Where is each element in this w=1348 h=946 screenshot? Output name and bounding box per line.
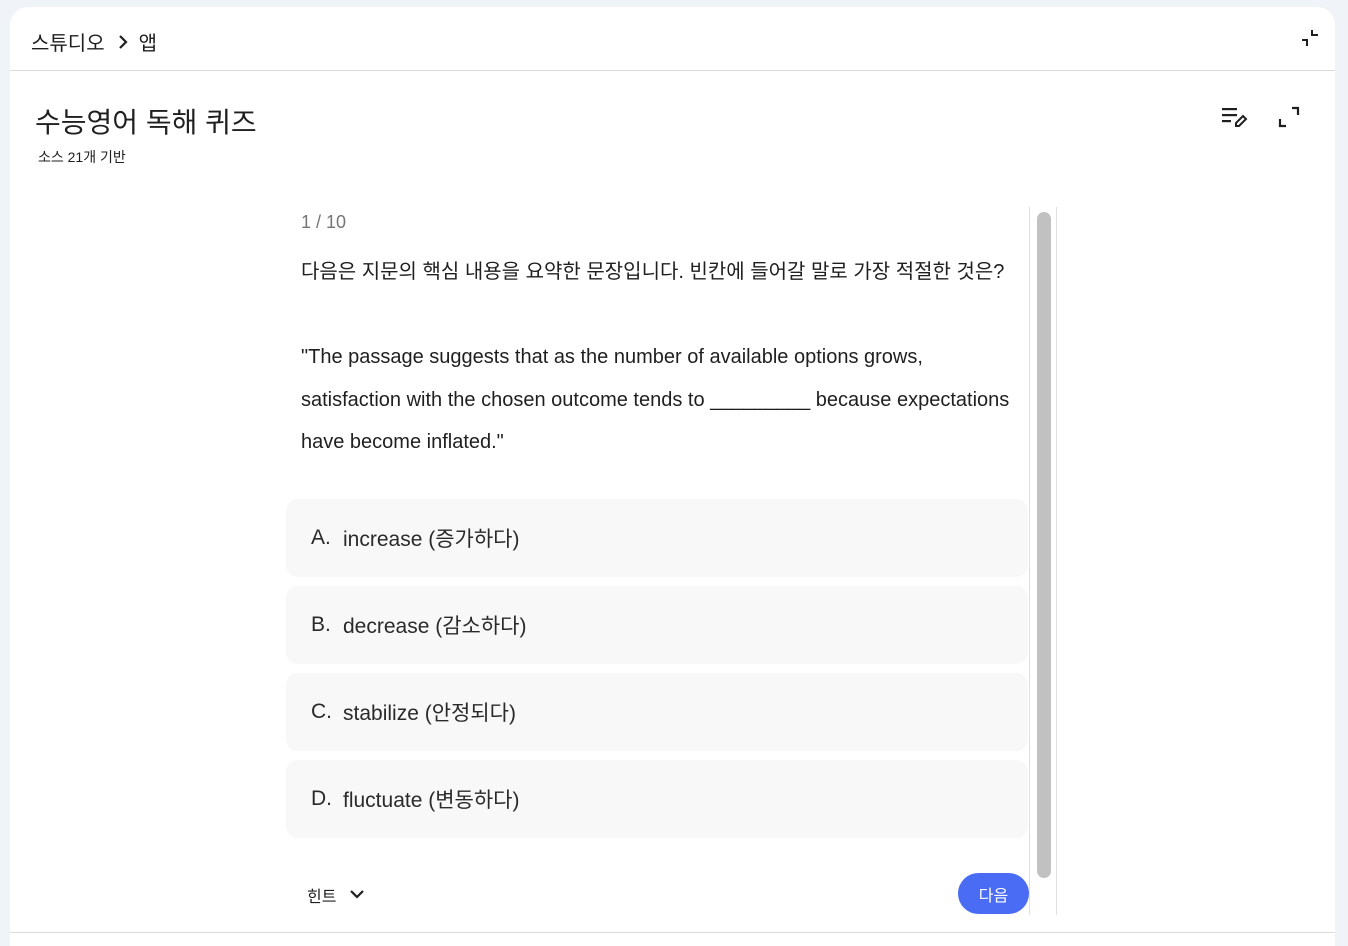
option-letter: B. <box>311 613 331 636</box>
hint-label: 힌트 <box>307 889 337 906</box>
option-text: decrease (감소하다) <box>343 615 527 638</box>
fullscreen-button[interactable] <box>1273 105 1305 133</box>
option-a[interactable]: A. increase (증가하다) <box>286 499 1028 577</box>
option-c[interactable]: C. stabilize (안정되다) <box>286 673 1028 751</box>
next-button[interactable]: 다음 <box>958 873 1029 914</box>
header-actions <box>1219 105 1305 133</box>
collapse-button[interactable] <box>1299 29 1321 51</box>
option-letter: C. <box>311 700 332 723</box>
page-title: 수능영어 독해 퀴즈 <box>35 107 257 138</box>
scrollbar[interactable] <box>1029 207 1057 915</box>
answer-options: A. increase (증가하다) B. decrease (감소하다) C.… <box>286 499 1028 847</box>
edit-list-icon <box>1221 105 1249 134</box>
breadcrumb-root[interactable]: 스튜디오 <box>31 27 105 56</box>
option-text: fluctuate (변동하다) <box>343 789 520 812</box>
collapse-icon <box>1301 29 1319 52</box>
chevron-right-icon <box>117 34 129 50</box>
option-text: stabilize (안정되다) <box>343 702 516 725</box>
fullscreen-icon <box>1278 106 1300 133</box>
top-bar: 스튜디오 앱 <box>10 7 1335 71</box>
option-d[interactable]: D. fluctuate (변동하다) <box>286 760 1028 838</box>
option-letter: D. <box>311 787 332 810</box>
divider <box>10 932 1335 933</box>
question-counter: 1 / 10 <box>301 212 347 232</box>
option-letter: A. <box>311 526 331 549</box>
chevron-down-icon <box>350 886 365 904</box>
quiz-card: 1 / 10 다음은 지문의 핵심 내용을 요약한 문장입니다. 빈칸에 들어갈… <box>286 207 1031 919</box>
breadcrumb: 스튜디오 앱 <box>31 27 157 56</box>
option-text: increase (증가하다) <box>343 528 520 551</box>
source-count: 소스 21개 기반 <box>38 149 126 165</box>
scrollbar-thumb[interactable] <box>1037 212 1051 878</box>
studio-panel: 스튜디오 앱 수능영어 독해 퀴즈 소스 21개 기반 1 / 10 다음은 지… <box>10 7 1335 946</box>
hint-toggle[interactable]: 힌트 <box>307 883 365 907</box>
breadcrumb-current: 앱 <box>138 33 158 55</box>
question-text: 다음은 지문의 핵심 내용을 요약한 문장입니다. 빈칸에 들어갈 말로 가장 … <box>301 261 1010 453</box>
option-b[interactable]: B. decrease (감소하다) <box>286 586 1028 664</box>
edit-button[interactable] <box>1219 105 1251 133</box>
